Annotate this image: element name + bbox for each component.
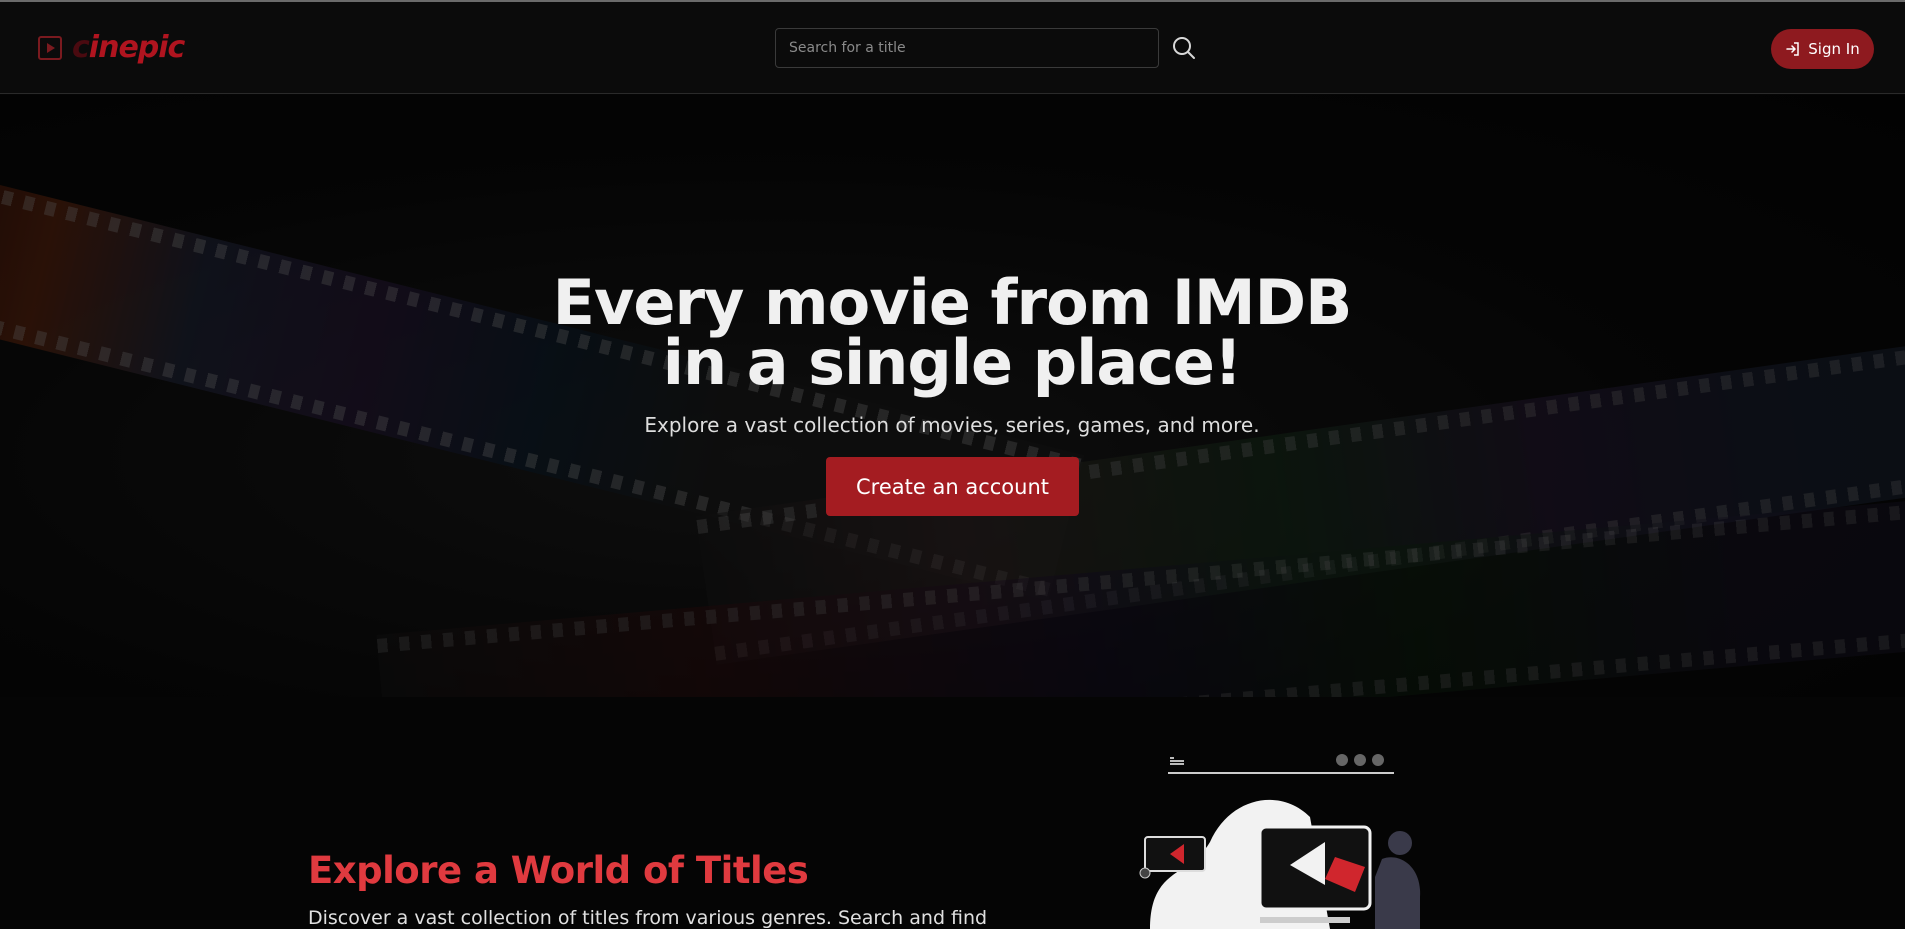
search-bar <box>775 28 1197 68</box>
logo[interactable]: cinepic <box>38 30 185 65</box>
hero-section: Every movie from IMDB in a single place!… <box>0 95 1905 697</box>
watching-video-illustration <box>1139 754 1421 929</box>
search-input[interactable] <box>775 28 1159 68</box>
section-title: Explore a World of Titles <box>308 849 809 892</box>
sign-in-icon <box>1786 42 1800 56</box>
sign-in-label: Sign In <box>1808 40 1860 58</box>
search-icon[interactable] <box>1171 35 1197 61</box>
explore-section: Explore a World of Titles Discover a vas… <box>0 697 1905 929</box>
hero-title: Every movie from IMDB in a single place! <box>552 266 1353 399</box>
hero-content: Every movie from IMDB in a single place!… <box>0 95 1905 697</box>
logo-text: cinepic <box>72 30 185 65</box>
create-account-button[interactable]: Create an account <box>826 457 1079 516</box>
sign-in-button[interactable]: Sign In <box>1771 29 1874 69</box>
section-text: Discover a vast collection of titles fro… <box>308 907 988 929</box>
hero-subtitle: Explore a vast collection of movies, ser… <box>644 413 1260 437</box>
play-logo-icon <box>38 35 62 60</box>
navbar: cinepic Sign In <box>0 2 1905 94</box>
